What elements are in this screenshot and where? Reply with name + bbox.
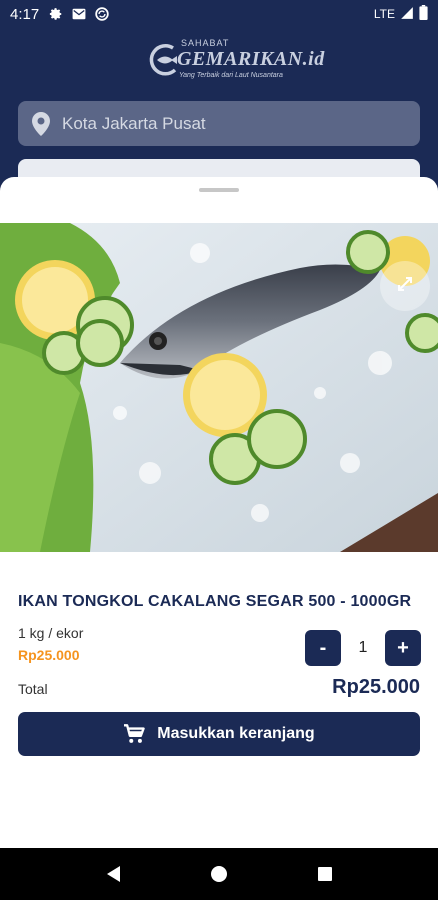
quantity-decrease-button[interactable]: - xyxy=(305,630,341,666)
battery-icon xyxy=(419,5,428,23)
system-nav-bar xyxy=(0,848,438,900)
quantity-value: 1 xyxy=(358,639,368,656)
brand-logo: SAHABAT GEMARIKAN.id Yang Terbaik dari L… xyxy=(145,36,324,84)
fish-logo-icon xyxy=(147,42,181,83)
expand-icon xyxy=(397,276,413,297)
sync-icon xyxy=(95,7,109,21)
network-label: LTE xyxy=(373,7,395,21)
status-bar: 4:17 LTE xyxy=(0,0,438,28)
back-icon[interactable] xyxy=(105,865,121,883)
location-pin-icon xyxy=(32,111,50,136)
unit-label: 1 kg / ekor xyxy=(18,625,84,641)
cart-icon xyxy=(123,724,146,744)
app-header: SAHABAT GEMARIKAN.id Yang Terbaik dari L… xyxy=(0,28,438,189)
recents-icon[interactable] xyxy=(317,866,333,882)
total-label: Total xyxy=(18,681,48,697)
sheet-drag-handle[interactable] xyxy=(199,188,239,192)
add-to-cart-label: Masukkan keranjang xyxy=(157,725,315,742)
location-selector[interactable]: Kota Jakarta Pusat xyxy=(18,101,420,146)
unit-price: Rp25.000 xyxy=(18,647,80,663)
gear-icon xyxy=(49,7,63,21)
home-icon[interactable] xyxy=(210,865,228,883)
quantity-increase-button[interactable]: + xyxy=(385,630,421,666)
signal-icon xyxy=(400,6,414,23)
total-value: Rp25.000 xyxy=(332,676,420,698)
logo-tagline: Yang Terbaik dari Laut Nusantara xyxy=(179,72,283,79)
logo-main-text: GEMARIKAN.id xyxy=(177,48,325,70)
product-bottom-sheet: IKAN TONGKOL CAKALANG SEGAR 500 - 1000GR… xyxy=(0,177,438,848)
add-to-cart-button[interactable]: Masukkan keranjang xyxy=(18,712,420,756)
status-right: LTE xyxy=(374,5,428,23)
product-title: IKAN TONGKOL CAKALANG SEGAR 500 - 1000GR xyxy=(18,593,412,610)
status-time: 4:17 xyxy=(10,5,40,23)
logo-small-text: SAHABAT xyxy=(181,38,230,48)
location-text: Kota Jakarta Pusat xyxy=(62,113,206,133)
product-image xyxy=(0,223,438,552)
mail-icon xyxy=(72,7,86,21)
expand-image-button[interactable] xyxy=(380,261,430,311)
